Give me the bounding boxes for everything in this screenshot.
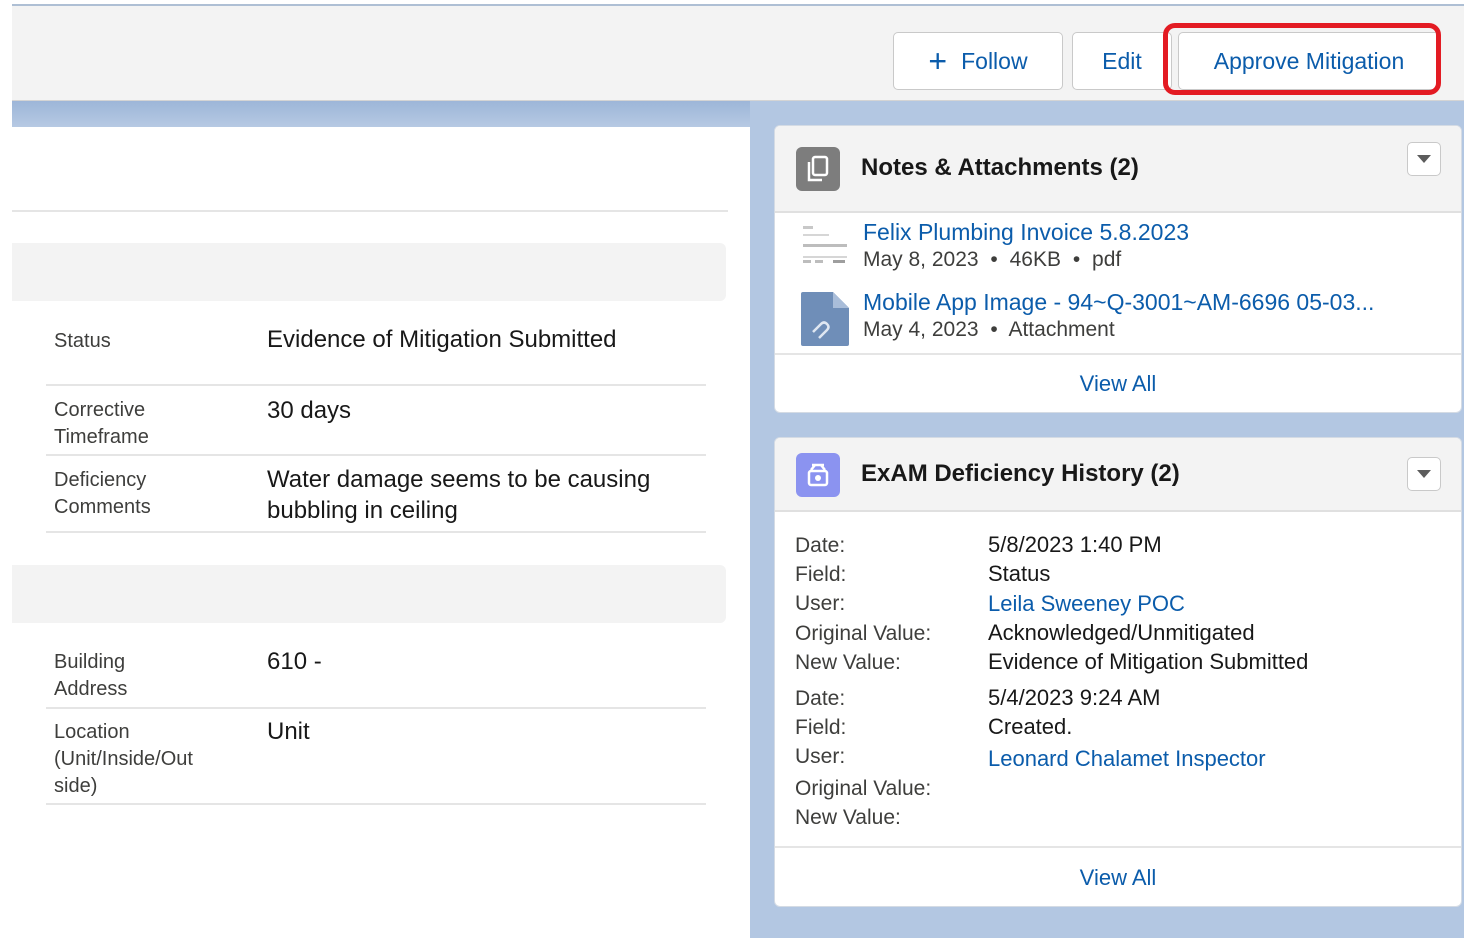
history-label-new: New Value: — [795, 651, 901, 674]
chevron-down-icon — [1417, 470, 1431, 478]
history-label-original: Original Value: — [795, 622, 932, 645]
section-header — [12, 243, 726, 301]
view-all-link[interactable]: View All — [775, 865, 1461, 891]
row-divider — [46, 707, 706, 709]
history-label-user: User: — [795, 592, 846, 615]
row-divider — [46, 531, 706, 533]
card-footer-divider — [775, 846, 1461, 848]
history-value-field: Created. — [988, 714, 1073, 739]
history-user-link[interactable]: Leonard Chalamet Inspector — [988, 744, 1266, 773]
field-label-building-address: Building Address — [54, 651, 128, 700]
card-footer-divider — [775, 353, 1461, 355]
field-label-location: Location (Unit/Inside/Out side) — [54, 721, 193, 797]
card-title: Notes & Attachments (2) — [861, 154, 1139, 181]
file-date: May 4, 2023 — [863, 318, 979, 341]
history-icon — [796, 453, 840, 497]
history-label-field: Field: — [795, 563, 847, 586]
row-divider — [46, 454, 706, 456]
card-menu-button[interactable] — [1407, 142, 1441, 176]
file-type: Attachment — [1008, 318, 1115, 341]
history-label-field: Field: — [795, 716, 847, 739]
card-header: ExAM Deficiency History (2) — [775, 438, 1461, 512]
field-value-status: Evidence of Mitigation Submitted — [267, 326, 617, 353]
separator: • — [1072, 248, 1081, 271]
follow-label: Follow — [961, 47, 1028, 74]
follow-button[interactable]: + Follow — [893, 32, 1063, 90]
approve-mitigation-button[interactable]: Approve Mitigation — [1178, 32, 1440, 90]
history-value-original: Acknowledged/Unmitigated — [988, 620, 1255, 645]
history-label-original: Original Value: — [795, 777, 932, 800]
section-header — [12, 565, 726, 623]
view-all-link[interactable]: View All — [775, 371, 1461, 397]
history-value-field: Status — [988, 561, 1051, 586]
file-link[interactable]: Felix Plumbing Invoice 5.8.2023 — [863, 219, 1443, 246]
row-divider — [46, 803, 706, 805]
file-meta: May 8, 2023 • 46KB • pdf — [863, 248, 1121, 272]
edit-button[interactable]: Edit — [1072, 32, 1172, 90]
attachment-icon[interactable] — [799, 290, 851, 348]
field-label-deficiency-comments: Deficiency Comments — [54, 469, 151, 518]
file-date: May 8, 2023 — [863, 248, 979, 271]
details-panel: Status Evidence of Mitigation Submitted … — [12, 127, 749, 938]
file-meta: May 4, 2023 • Attachment — [863, 318, 1115, 342]
deficiency-history-card: ExAM Deficiency History (2) Date: 5/8/20… — [774, 437, 1462, 907]
field-value-corrective-timeframe: 30 days — [267, 397, 352, 424]
row-divider — [46, 384, 706, 386]
history-value-new: Evidence of Mitigation Submitted — [988, 649, 1309, 674]
field-value-deficiency-comments: Water damage seems to be causing bubblin… — [267, 466, 651, 524]
document-thumbnail[interactable] — [799, 220, 851, 278]
separator: • — [990, 318, 998, 341]
card-title: ExAM Deficiency History (2) — [861, 460, 1180, 487]
file-size: 46KB — [1009, 248, 1061, 271]
field-value-location: Unit — [267, 718, 310, 745]
divider — [12, 210, 728, 212]
notes-attachments-card: Notes & Attachments (2) Felix Plumbing I… — [774, 125, 1462, 413]
history-user-link[interactable]: Leila Sweeney POC — [988, 589, 1185, 618]
history-label-date: Date: — [795, 534, 846, 557]
history-value-date: 5/8/2023 1:40 PM — [988, 532, 1162, 557]
field-label-status: Status — [54, 330, 111, 352]
file-icon — [796, 147, 840, 191]
card-header: Notes & Attachments (2) — [775, 126, 1461, 213]
file-link[interactable]: Mobile App Image - 94~Q-3001~AM-6696 05-… — [863, 289, 1443, 316]
field-label-corrective-timeframe: Corrective Timeframe — [54, 399, 149, 448]
card-menu-button[interactable] — [1407, 457, 1441, 491]
history-label-new: New Value: — [795, 806, 901, 829]
field-value-building-address: 610 - — [267, 648, 322, 675]
plus-icon: + — [928, 43, 948, 79]
file-type: pdf — [1092, 248, 1122, 271]
chevron-down-icon — [1417, 155, 1431, 163]
history-label-user: User: — [795, 745, 846, 768]
separator: • — [990, 248, 998, 271]
history-label-date: Date: — [795, 687, 846, 710]
history-value-date: 5/4/2023 9:24 AM — [988, 685, 1161, 710]
record-header: + Follow Edit Approve Mitigation — [12, 4, 1464, 101]
